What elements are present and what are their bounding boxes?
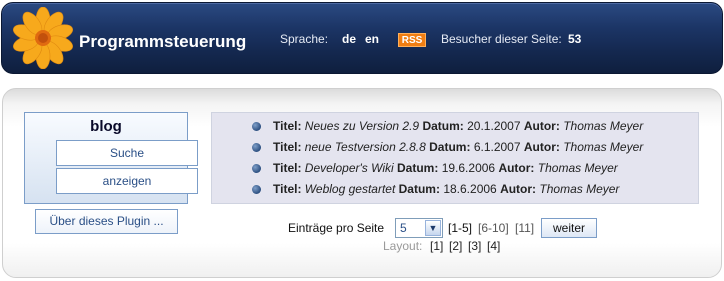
bullet-icon xyxy=(252,185,261,194)
page-range-link[interactable]: [11] xyxy=(515,221,534,235)
layout-label: Layout: xyxy=(383,239,423,253)
layout-link-2[interactable]: [2] xyxy=(449,239,462,253)
page-range-link[interactable]: [6-10] xyxy=(478,221,509,235)
bullet-icon xyxy=(252,122,261,131)
per-page-label: Einträge pro Seite xyxy=(288,221,385,235)
flower-icon xyxy=(13,7,73,69)
next-button[interactable]: weiter xyxy=(541,218,597,238)
menu-title: blog xyxy=(90,118,122,135)
header-bar: Programmsteuerung Sprache: de en RSS Bes… xyxy=(1,2,723,74)
per-page-select[interactable]: 5 ▼ xyxy=(395,218,443,238)
show-button[interactable]: anzeigen xyxy=(56,168,198,194)
bullet-icon xyxy=(252,143,261,152)
list-item[interactable]: Titel: neue Testversion 2.8.8 Datum: 6.1… xyxy=(273,140,643,158)
layout-link-3[interactable]: [3] xyxy=(468,239,481,253)
per-page-value: 5 xyxy=(400,221,407,235)
app-title: Programmsteuerung xyxy=(79,32,247,51)
list-item[interactable]: Titel: Neues zu Version 2.9 Datum: 20.1.… xyxy=(273,119,643,137)
page-range-current: [1-5] xyxy=(448,221,473,235)
language-en-link[interactable]: en xyxy=(365,32,379,46)
language-label: Sprache: xyxy=(280,32,329,46)
rss-icon[interactable]: RSS xyxy=(398,33,426,47)
language-de-link[interactable]: de xyxy=(342,32,356,46)
visitor-count: 53 xyxy=(568,32,582,46)
list-item[interactable]: Titel: Developer's Wiki Datum: 19.6.2006… xyxy=(273,161,618,179)
about-plugin-button[interactable]: Über dieses Plugin ... xyxy=(35,209,178,234)
visitor-label: Besucher dieser Seite: xyxy=(441,32,562,46)
layout-link-4[interactable]: [4] xyxy=(487,239,500,253)
bullet-icon xyxy=(252,164,261,173)
chevron-down-icon[interactable]: ▼ xyxy=(425,220,441,236)
layout-link-1[interactable]: [1] xyxy=(430,239,443,253)
list-item[interactable]: Titel: Weblog gestartet Datum: 18.6.2006… xyxy=(273,182,619,200)
search-button[interactable]: Suche xyxy=(56,140,198,166)
